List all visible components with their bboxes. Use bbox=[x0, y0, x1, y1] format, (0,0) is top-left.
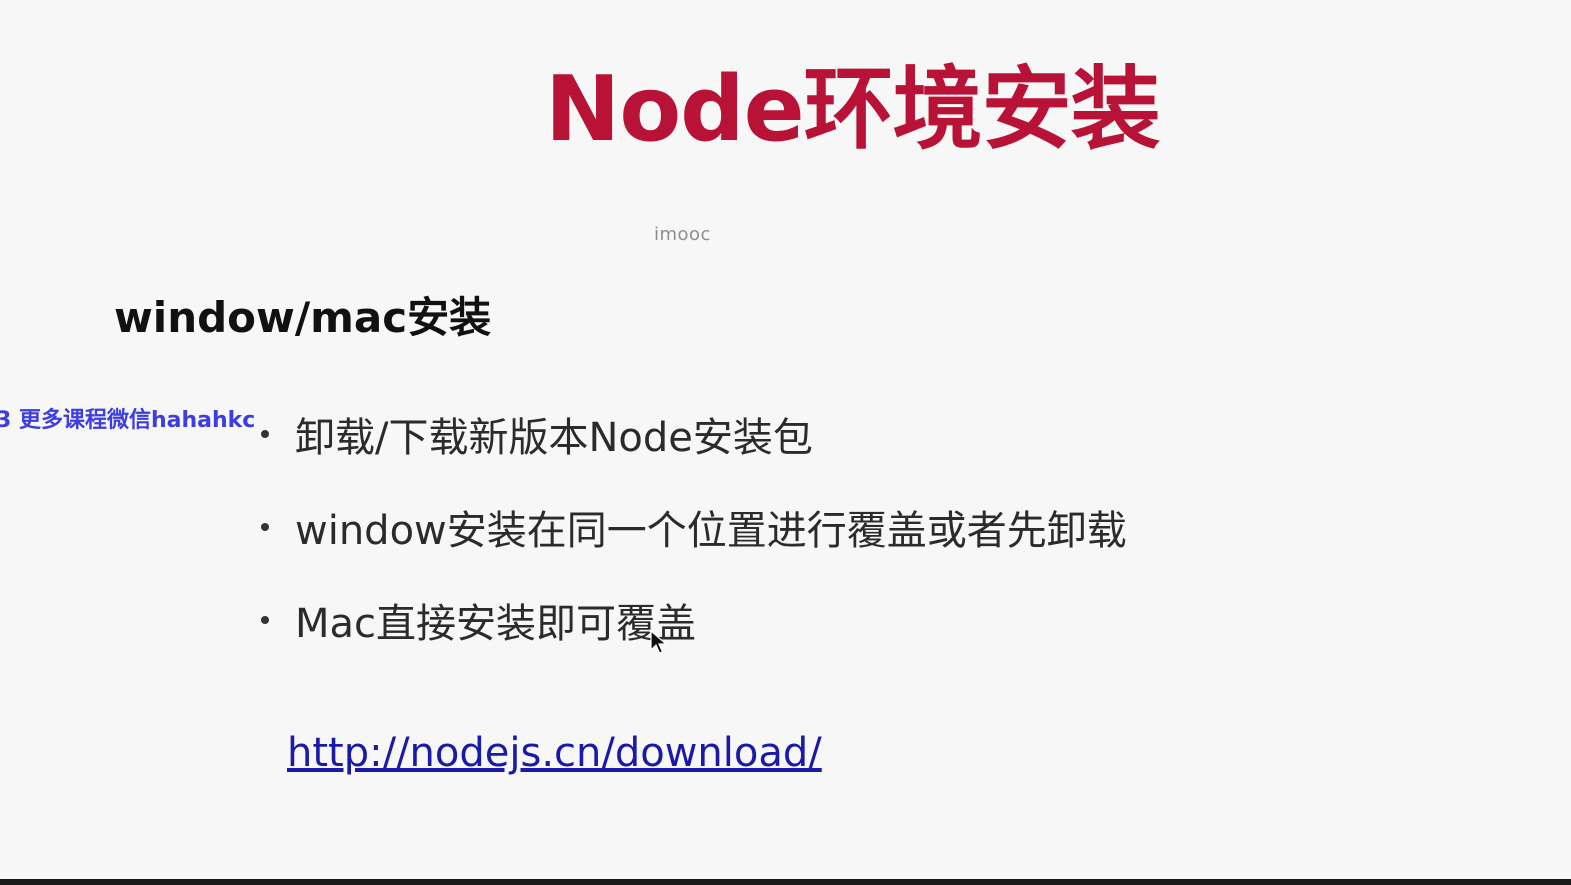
bullet-text: window安装在同一个位置进行覆盖或者先卸载 bbox=[295, 508, 1127, 554]
mouse-pointer-icon bbox=[650, 630, 668, 654]
presentation-slide: Node环境安装 imooc window/mac安装 3 更多课程微信haha… bbox=[0, 0, 1571, 879]
bullet-item: window安装在同一个位置进行覆盖或者先卸载 bbox=[256, 499, 1127, 555]
slide-title: Node环境安装 bbox=[545, 57, 1161, 162]
bullet-list: 卸载/下载新版本Node安装包 window安装在同一个位置进行覆盖或者先卸载 … bbox=[256, 406, 1127, 685]
bullet-text: 卸载/下载新版本Node安装包 bbox=[295, 415, 813, 461]
imooc-watermark: imooc bbox=[654, 224, 711, 245]
bullet-dot-icon bbox=[261, 430, 269, 438]
bottom-border bbox=[0, 879, 1571, 885]
bullet-item: 卸载/下载新版本Node安装包 bbox=[256, 406, 1127, 462]
bullet-item: Mac直接安装即可覆盖 bbox=[256, 592, 1127, 648]
nodejs-download-link[interactable]: http://nodejs.cn/download/ bbox=[287, 730, 822, 776]
bullet-dot-icon bbox=[261, 616, 269, 624]
overlay-watermark-tag: 3 更多课程微信hahahkc bbox=[0, 408, 256, 433]
bullet-text: Mac直接安装即可覆盖 bbox=[295, 601, 697, 647]
bullet-dot-icon bbox=[261, 523, 269, 531]
section-heading: window/mac安装 bbox=[114, 293, 492, 342]
